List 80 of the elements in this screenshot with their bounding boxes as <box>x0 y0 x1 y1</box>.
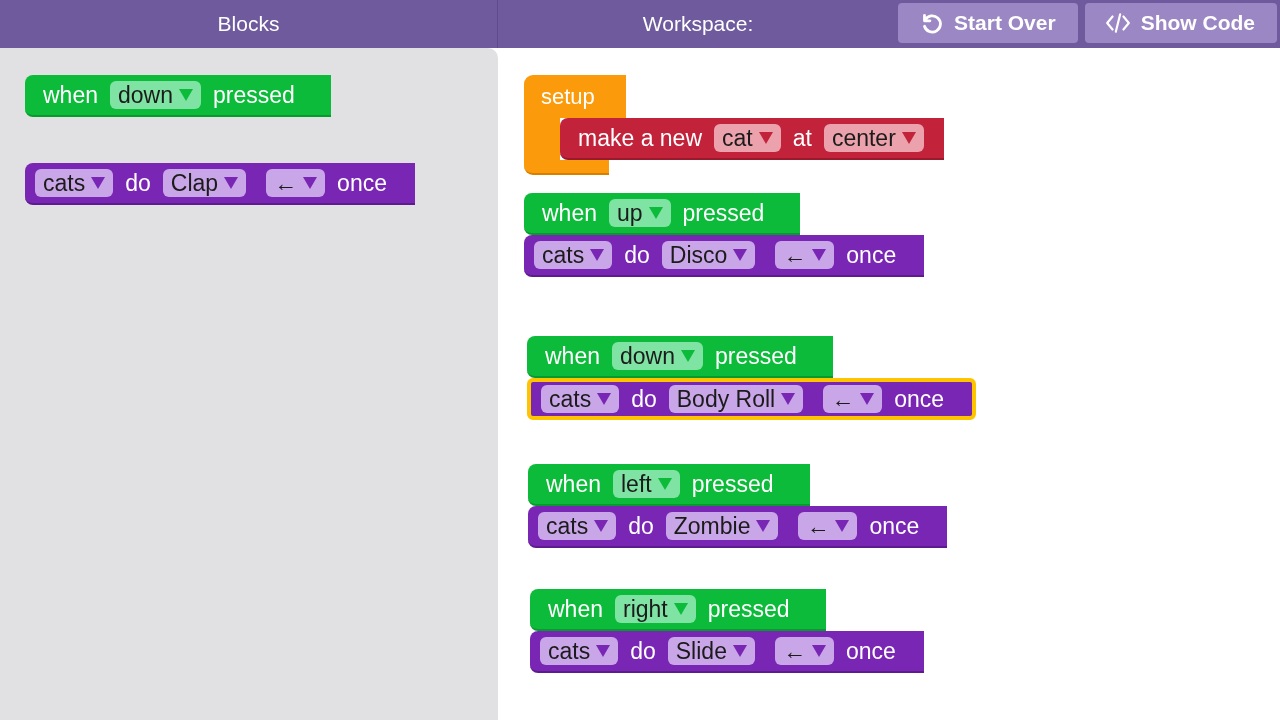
block-label: at <box>791 124 813 152</box>
event-block[interactable]: when up pressed <box>524 193 801 235</box>
block-label: once <box>868 512 921 540</box>
block-label: when <box>545 470 602 498</box>
dropdown-field[interactable]: cats <box>541 385 620 413</box>
caret-icon <box>811 645 826 657</box>
caret-icon <box>224 177 239 189</box>
dropdown-field[interactable]: right <box>615 595 696 623</box>
block-label: once <box>845 241 898 269</box>
caret-icon <box>594 520 609 532</box>
block-label: pressed <box>690 470 775 498</box>
dropdown-field[interactable]: down <box>612 342 703 370</box>
caret-icon <box>758 132 773 144</box>
caret-icon <box>756 520 771 532</box>
block-label: pressed <box>706 595 791 623</box>
event-block[interactable]: when right pressed <box>530 589 826 631</box>
dropdown-field[interactable]: cats <box>538 512 617 540</box>
block-label: when <box>42 81 99 109</box>
dropdown-field[interactable]: Zombie <box>665 512 779 540</box>
panel-title: Workspace: <box>642 12 754 36</box>
block-label: when <box>547 595 604 623</box>
caret-icon <box>590 249 605 261</box>
event-block[interactable]: when down pressed <box>25 75 331 117</box>
caret-icon <box>303 177 318 189</box>
block-label: once <box>844 637 897 665</box>
dropdown-field[interactable]: left <box>613 470 680 498</box>
block-label: do <box>623 241 651 269</box>
dropdown-field[interactable]: cats <box>540 637 619 665</box>
dropdown-field[interactable]: ← <box>774 637 834 665</box>
caret-icon <box>781 393 796 405</box>
caret-icon <box>597 393 612 405</box>
panel-title: Blocks <box>217 12 280 36</box>
dropdown-field[interactable]: cats <box>35 169 114 197</box>
event-block[interactable]: when left pressed <box>528 464 810 506</box>
caret-icon <box>657 478 672 490</box>
dropdown-field[interactable]: Clap <box>162 169 247 197</box>
caret-icon <box>901 132 916 144</box>
caret-icon <box>596 645 611 657</box>
caret-icon <box>673 603 688 615</box>
dropdown-field[interactable]: Disco <box>661 241 756 269</box>
block-label: pressed <box>713 342 798 370</box>
caret-icon <box>680 350 695 362</box>
block-label: do <box>630 385 658 413</box>
block-label: when <box>544 342 601 370</box>
caret-icon <box>860 393 875 405</box>
caret-icon <box>178 89 193 101</box>
block-label: do <box>124 169 152 197</box>
code-icon <box>1104 10 1131 36</box>
caret-icon <box>733 249 748 261</box>
dropdown-field[interactable]: ← <box>798 512 858 540</box>
block-label: once <box>336 169 388 197</box>
dropdown-field[interactable]: Slide <box>667 637 755 665</box>
action-block[interactable]: cats do Slide ← once <box>530 631 924 673</box>
dropdown-field[interactable]: center <box>823 124 924 152</box>
event-block[interactable]: when down pressed <box>527 336 833 378</box>
caret-icon <box>648 207 663 219</box>
dropdown-field[interactable]: ← <box>823 385 883 413</box>
dropdown-field[interactable]: cat <box>714 124 781 152</box>
dropdown-field[interactable]: ← <box>775 241 835 269</box>
block-label: do <box>629 637 657 665</box>
create-block[interactable]: make a new cat at center <box>560 118 944 160</box>
action-block[interactable]: cats do Disco ← once <box>524 235 925 277</box>
action-block[interactable]: cats do Body Roll ← once <box>527 378 977 420</box>
block-label: pressed <box>681 199 766 227</box>
action-block[interactable]: cats do Clap ← once <box>25 163 415 205</box>
block-label: when <box>541 199 598 227</box>
action-block[interactable]: cats do Zombie ← once <box>528 506 948 548</box>
dropdown-field[interactable]: ← <box>266 169 326 197</box>
caret-icon <box>732 645 747 657</box>
caret-icon <box>835 520 850 532</box>
dropdown-field[interactable]: up <box>609 199 671 227</box>
block-label: do <box>627 512 655 540</box>
block-label: pressed <box>211 81 296 109</box>
dropdown-field[interactable]: Body Roll <box>668 385 804 413</box>
caret-icon <box>812 249 827 261</box>
block-label: once <box>893 385 946 413</box>
caret-icon <box>91 177 106 189</box>
dropdown-field[interactable]: cats <box>534 241 613 269</box>
block-label: make a new <box>577 124 703 152</box>
dropdown-field[interactable]: down <box>110 81 201 109</box>
